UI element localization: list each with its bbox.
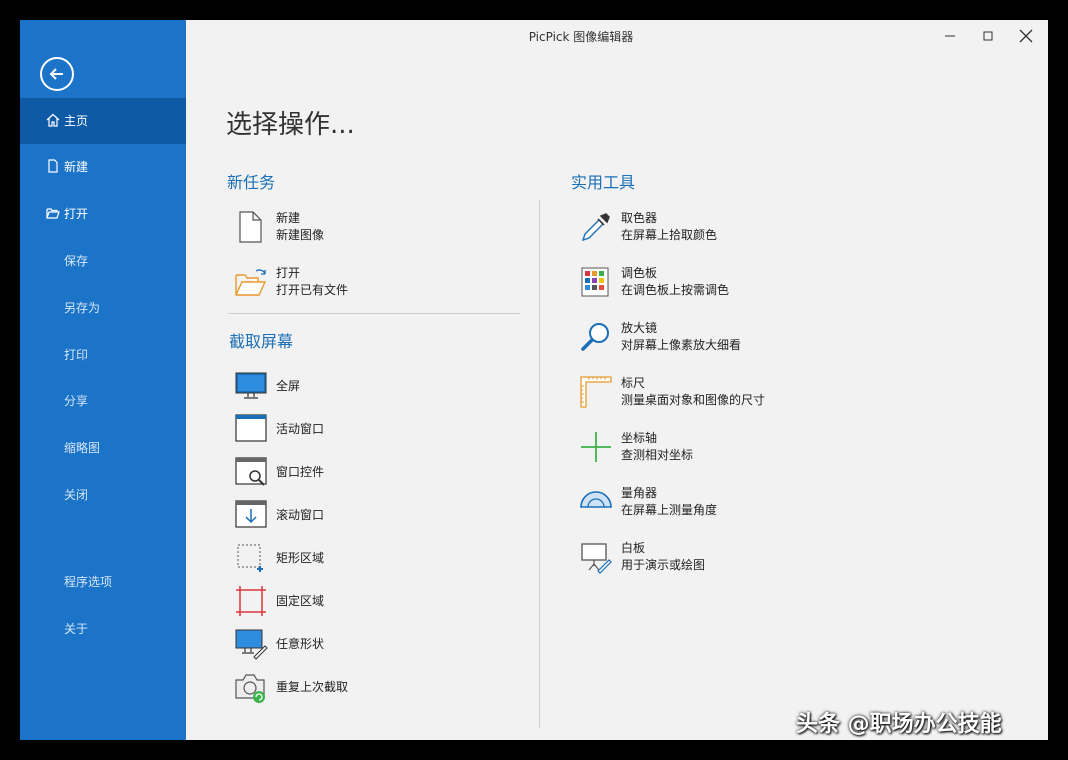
home-icon <box>46 113 60 127</box>
sidebar-item-label: 打印 <box>64 348 89 362</box>
item-name: 放大镜 <box>621 321 658 335</box>
sidebar-item-home[interactable]: 主页 <box>20 98 186 144</box>
window-title: PicPick 图像编辑器 <box>528 30 634 44</box>
arrow-left-icon <box>49 68 63 80</box>
back-button[interactable] <box>40 57 74 91</box>
item-name: 固定区域 <box>276 594 325 608</box>
sidebar-item-label: 关于 <box>64 622 89 636</box>
sidebar-item-label: 关闭 <box>64 488 89 502</box>
item-name: 白板 <box>621 541 646 555</box>
sidebar-item-print[interactable]: 打印 <box>20 332 186 378</box>
blank-document-icon <box>239 211 262 243</box>
scroll-window-icon <box>235 500 267 528</box>
section-title-tools: 实用工具 <box>571 173 636 192</box>
title-bar: PicPick 图像编辑器 <box>186 20 1048 52</box>
document-icon <box>48 159 58 173</box>
crosshair-icon <box>581 432 611 462</box>
item-name: 打开 <box>276 266 301 280</box>
minimize-button[interactable] <box>940 28 960 44</box>
item-name: 坐标轴 <box>621 431 658 445</box>
watermark-text: 头条 @职场办公技能 <box>796 712 1002 737</box>
sidebar-item-label: 另存为 <box>64 301 101 315</box>
crop-frame-icon <box>236 586 266 616</box>
sidebar-item-new[interactable]: 新建 <box>20 144 186 190</box>
sidebar-item-options[interactable]: 程序选项 <box>20 559 186 605</box>
item-description: 在屏幕上测量角度 <box>621 503 718 517</box>
column-divider <box>539 200 540 728</box>
magnifier-icon <box>581 323 609 351</box>
sidebar-item-open[interactable]: 打开 <box>20 191 186 237</box>
camera-refresh-icon <box>235 674 265 703</box>
sidebar-item-label: 分享 <box>64 394 89 408</box>
sidebar-item-about[interactable]: 关于 <box>20 606 186 652</box>
item-name: 取色器 <box>621 211 658 225</box>
item-name: 滚动窗口 <box>276 508 325 522</box>
page-title: 选择操作... <box>226 110 355 140</box>
item-name: 窗口控件 <box>276 465 325 479</box>
item-name: 调色板 <box>621 266 658 280</box>
whiteboard-icon <box>581 543 612 574</box>
sidebar: 主页 新建 打开 保存 另存为 打印 分享 缩略图 关闭 程序选项 关于 <box>20 20 186 740</box>
item-name: 全屏 <box>276 379 301 393</box>
protractor-icon <box>580 491 612 508</box>
item-name: 新建 <box>276 211 301 225</box>
palette-grid-icon <box>581 267 609 297</box>
close-window-button[interactable] <box>1016 28 1036 44</box>
monitor-pen-icon <box>235 629 268 660</box>
item-name: 任意形状 <box>276 637 325 651</box>
eyedropper-icon <box>581 213 610 242</box>
section-title-new-task: 新任务 <box>227 173 276 192</box>
close-icon <box>1019 29 1033 43</box>
sidebar-item-label: 打开 <box>64 207 89 221</box>
maximize-button[interactable] <box>978 28 998 44</box>
item-description: 打开已有文件 <box>276 283 349 297</box>
section-title-capture: 截取屏幕 <box>229 332 294 351</box>
sidebar-item-label: 新建 <box>64 160 89 174</box>
sidebar-item-label: 程序选项 <box>64 575 113 589</box>
minimize-icon <box>945 35 955 37</box>
dashed-rectangle-icon <box>237 544 263 572</box>
sidebar-item-close[interactable]: 关闭 <box>20 472 186 518</box>
item-description: 查测相对坐标 <box>621 448 694 462</box>
sidebar-item-save-as[interactable]: 另存为 <box>20 285 186 331</box>
sidebar-item-thumbnails[interactable]: 缩略图 <box>20 425 186 471</box>
folder-open-icon <box>46 208 60 219</box>
item-description: 在调色板上按需调色 <box>621 283 730 297</box>
folder-open-icon <box>235 269 267 296</box>
window-search-icon <box>235 457 267 486</box>
item-description: 新建图像 <box>276 228 325 242</box>
item-name: 量角器 <box>621 486 658 500</box>
sidebar-item-save[interactable]: 保存 <box>20 238 186 284</box>
sidebar-item-label: 主页 <box>64 114 89 128</box>
sidebar-item-label: 保存 <box>64 254 89 268</box>
item-name: 标尺 <box>621 376 646 390</box>
item-description: 用于演示或绘图 <box>621 558 706 572</box>
sidebar-item-share[interactable]: 分享 <box>20 378 186 424</box>
monitor-icon <box>235 372 267 399</box>
item-description: 测量桌面对象和图像的尺寸 <box>621 393 766 407</box>
ruler-icon <box>580 376 612 408</box>
window-icon <box>235 414 267 442</box>
picpick-window: 主页 新建 打开 保存 另存为 打印 分享 缩略图 关闭 程序选项 关于 Pic… <box>20 20 1048 740</box>
item-name: 矩形区域 <box>276 551 325 565</box>
maximize-icon <box>983 31 993 41</box>
item-name: 重复上次截取 <box>276 680 349 694</box>
item-description: 对屏幕上像素放大细看 <box>621 338 742 352</box>
item-description: 在屏幕上拾取颜色 <box>621 228 718 242</box>
item-name: 活动窗口 <box>276 422 325 436</box>
section-divider <box>228 313 520 314</box>
sidebar-item-label: 缩略图 <box>64 441 101 455</box>
